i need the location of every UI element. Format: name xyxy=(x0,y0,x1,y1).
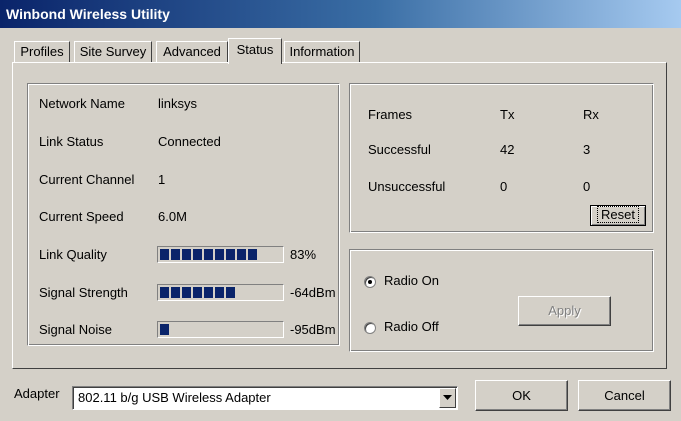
radio-on-button[interactable] xyxy=(364,276,376,288)
current-channel-value: 1 xyxy=(158,172,166,187)
link-quality-value: 83% xyxy=(290,247,317,262)
dropdown-arrow-button[interactable] xyxy=(439,388,456,408)
adapter-select-value: 802.11 b/g USB Wireless Adapter xyxy=(78,390,271,405)
tab-information[interactable]: Information xyxy=(284,41,360,62)
radio-on-selected-dot xyxy=(368,280,372,284)
successful-rx-value: 3 xyxy=(583,142,591,157)
successful-tx-value: 42 xyxy=(500,142,515,157)
level-bar-segment xyxy=(248,249,257,260)
signal-strength-value: -64dBm xyxy=(290,285,336,300)
signal-noise-bar xyxy=(157,321,284,338)
level-bar-segment xyxy=(193,249,202,260)
level-bar-segment xyxy=(226,287,235,298)
chevron-down-icon xyxy=(443,395,452,400)
radio-on-label[interactable]: Radio On xyxy=(384,273,439,288)
title-bar: Winbond Wireless Utility xyxy=(0,0,681,28)
level-bar-segment xyxy=(182,249,191,260)
link-status-value: Connected xyxy=(158,134,221,149)
tab-site-survey[interactable]: Site Survey xyxy=(74,41,152,62)
adapter-select[interactable]: 802.11 b/g USB Wireless Adapter xyxy=(72,386,458,410)
reset-button[interactable]: Reset xyxy=(590,205,646,226)
signal-strength-label: Signal Strength xyxy=(39,285,128,300)
current-speed-value: 6.0M xyxy=(158,209,187,224)
window-title: Winbond Wireless Utility xyxy=(6,6,170,22)
unsuccessful-label: Unsuccessful xyxy=(368,179,446,194)
radio-group: Radio On Radio Off Apply xyxy=(349,249,654,352)
radio-off-label[interactable]: Radio Off xyxy=(384,319,439,334)
level-bar-segment xyxy=(182,287,191,298)
level-bar-segment xyxy=(160,324,169,335)
tab-advanced[interactable]: Advanced xyxy=(156,41,228,62)
level-bar-segment xyxy=(171,249,180,260)
level-bar-segment xyxy=(171,287,180,298)
unsuccessful-rx-value: 0 xyxy=(583,179,591,194)
level-bar-segment xyxy=(193,287,202,298)
level-bar-segment xyxy=(215,249,224,260)
network-name-value: linksys xyxy=(158,96,198,111)
level-bar-segment xyxy=(204,249,213,260)
signal-noise-label: Signal Noise xyxy=(39,322,112,337)
frames-header-label: Frames xyxy=(368,107,413,122)
unsuccessful-tx-value: 0 xyxy=(500,179,508,194)
level-bar-segment xyxy=(204,287,213,298)
level-bar-segment xyxy=(226,249,235,260)
ok-button[interactable]: OK xyxy=(475,380,568,411)
cancel-button[interactable]: Cancel xyxy=(578,380,671,411)
rx-header: Rx xyxy=(583,107,599,122)
status-tab-panel: Network Name linksys Link Status Connect… xyxy=(12,62,667,369)
tx-header: Tx xyxy=(500,107,515,122)
reset-button-label: Reset xyxy=(597,206,639,223)
signal-strength-bar xyxy=(157,284,284,301)
apply-button[interactable]: Apply xyxy=(518,296,611,326)
connection-status-group: Network Name linksys Link Status Connect… xyxy=(27,83,340,346)
adapter-label: Adapter xyxy=(14,386,60,401)
tab-profiles[interactable]: Profiles xyxy=(14,41,70,62)
level-bar-segment xyxy=(237,249,246,260)
link-status-label: Link Status xyxy=(39,134,104,149)
link-quality-label: Link Quality xyxy=(39,247,107,262)
network-name-label: Network Name xyxy=(39,96,125,111)
radio-off-button[interactable] xyxy=(364,322,376,334)
tab-status[interactable]: Status xyxy=(228,38,282,64)
successful-label: Successful xyxy=(368,142,431,157)
level-bar-segment xyxy=(160,249,169,260)
level-bar-segment xyxy=(160,287,169,298)
signal-noise-value: -95dBm xyxy=(290,322,336,337)
current-channel-label: Current Channel xyxy=(39,172,135,187)
current-speed-label: Current Speed xyxy=(39,209,124,224)
link-quality-bar xyxy=(157,246,284,263)
frames-group: Frames Tx Rx Successful 42 3 Unsuccessfu… xyxy=(349,83,654,233)
level-bar-segment xyxy=(215,287,224,298)
